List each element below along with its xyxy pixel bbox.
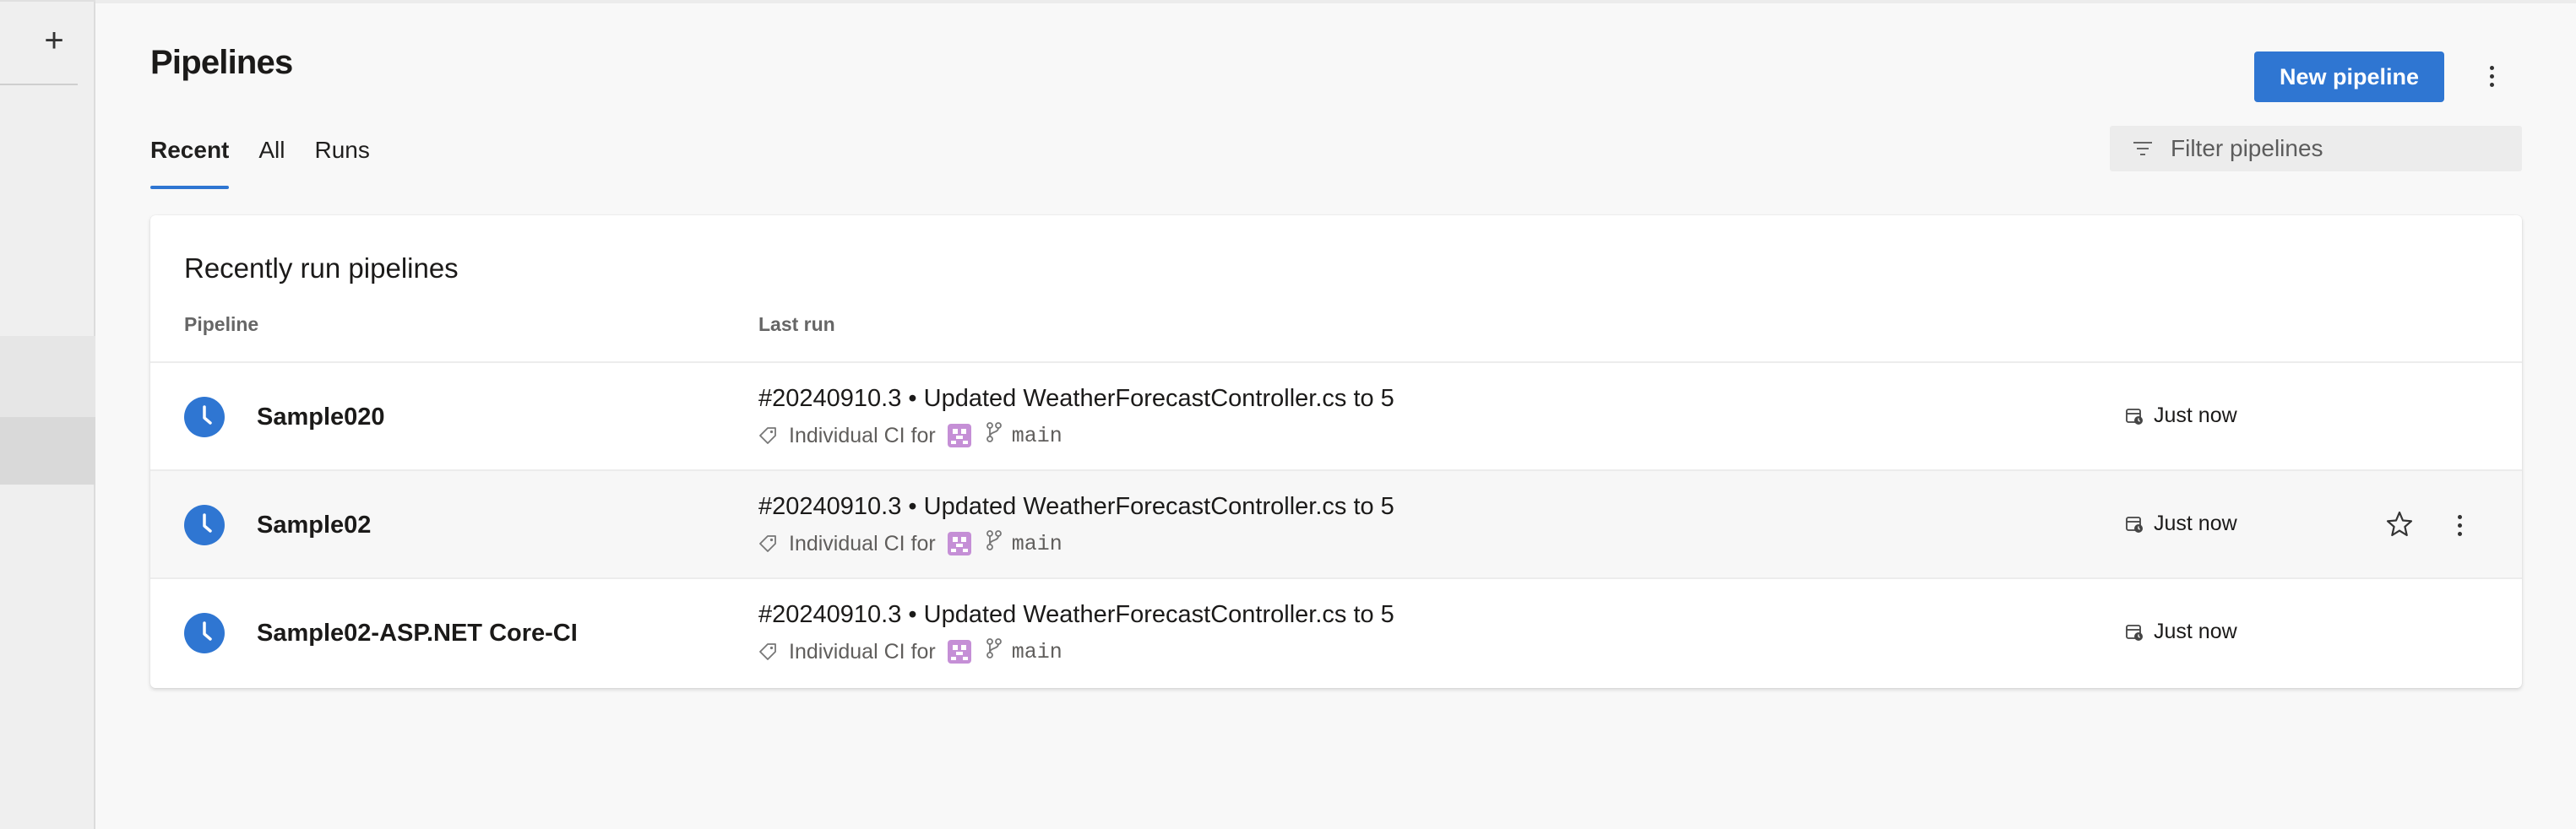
trigger-text: Individual CI for xyxy=(789,639,936,664)
run-time: Just now xyxy=(2125,404,2237,428)
run-title[interactable]: #20240910.3 • Updated WeatherForecastCon… xyxy=(758,493,1394,521)
run-details: Individual CI for main xyxy=(758,638,1062,665)
run-time: Just now xyxy=(2125,512,2237,536)
recent-pipelines-card: Recently run pipelines Pipeline Last run… xyxy=(150,215,2522,688)
trigger-text: Individual CI for xyxy=(789,423,936,447)
run-details: Individual CI for main xyxy=(758,530,1062,557)
run-title[interactable]: #20240910.3 • Updated WeatherForecastCon… xyxy=(758,385,1394,413)
branch-icon xyxy=(986,530,1002,550)
nav-item-selected[interactable] xyxy=(0,417,95,485)
branch-name: main xyxy=(1011,423,1062,448)
left-nav: + xyxy=(0,0,95,829)
filter-icon xyxy=(2133,142,2152,155)
time-text: Just now xyxy=(2154,512,2237,535)
column-header-pipeline: Pipeline xyxy=(184,313,259,335)
avatar-icon xyxy=(947,532,971,555)
nav-top-border xyxy=(0,0,95,2)
pipeline-name[interactable]: Sample02-ASP.NET Core-CI xyxy=(257,620,578,647)
commit-message: Updated WeatherForecastController.cs to … xyxy=(923,493,1394,520)
run-details: Individual CI for main xyxy=(758,422,1062,449)
run-number: #20240910.3 xyxy=(758,601,902,628)
separator: • xyxy=(908,601,917,628)
branch-name: main xyxy=(1011,531,1062,556)
avatar-icon xyxy=(947,640,971,664)
table-row[interactable]: Sample02-ASP.NET Core-CI #20240910.3 • U… xyxy=(150,577,2522,685)
branch-name: main xyxy=(1011,639,1062,664)
calendar-clock-icon xyxy=(2126,624,2143,641)
separator: • xyxy=(908,385,917,412)
calendar-clock-icon xyxy=(2126,516,2143,533)
column-header-last-run: Last run xyxy=(758,313,835,335)
more-actions-icon[interactable] xyxy=(2475,59,2508,93)
branch-icon xyxy=(986,638,1002,658)
time-text: Just now xyxy=(2154,620,2237,643)
queued-clock-icon xyxy=(184,613,225,653)
run-title[interactable]: #20240910.3 • Updated WeatherForecastCon… xyxy=(758,601,1394,629)
run-number: #20240910.3 xyxy=(758,385,902,412)
new-pipeline-button[interactable]: New pipeline xyxy=(2254,51,2444,102)
tag-icon xyxy=(759,427,776,444)
separator: • xyxy=(908,493,917,520)
pipeline-name[interactable]: Sample02 xyxy=(257,512,371,539)
favorite-star-icon[interactable] xyxy=(2384,509,2415,539)
tag-icon xyxy=(759,643,776,660)
trigger-text: Individual CI for xyxy=(789,531,936,555)
commit-message: Updated WeatherForecastController.cs to … xyxy=(923,385,1394,412)
branch-icon xyxy=(986,422,1002,442)
run-time: Just now xyxy=(2125,620,2237,644)
queued-clock-icon xyxy=(184,505,225,545)
tab-runs[interactable]: Runs xyxy=(315,133,370,189)
nav-item[interactable] xyxy=(0,336,95,417)
commit-message: Updated WeatherForecastController.cs to … xyxy=(923,601,1394,628)
add-icon[interactable]: + xyxy=(37,24,71,57)
pipeline-name[interactable]: Sample020 xyxy=(257,404,385,431)
calendar-clock-icon xyxy=(2126,408,2143,425)
tab-recent[interactable]: Recent xyxy=(150,133,230,189)
table-row[interactable]: Sample020 #20240910.3 • Updated WeatherF… xyxy=(150,361,2522,469)
nav-divider xyxy=(0,84,78,85)
avatar-icon xyxy=(947,424,971,447)
filter-input[interactable] xyxy=(2171,135,2508,162)
time-text: Just now xyxy=(2154,404,2237,427)
tab-all[interactable]: All xyxy=(258,133,285,189)
run-number: #20240910.3 xyxy=(758,493,902,520)
tab-bar: Recent All Runs xyxy=(150,133,399,189)
card-title: Recently run pipelines xyxy=(184,252,459,284)
row-more-actions-icon[interactable] xyxy=(2443,508,2476,542)
page-title: Pipelines xyxy=(150,44,293,81)
filter-box[interactable] xyxy=(2110,126,2522,171)
queued-clock-icon xyxy=(184,397,225,437)
table-row[interactable]: Sample02 #20240910.3 • Updated WeatherFo… xyxy=(150,469,2522,577)
tag-icon xyxy=(759,535,776,552)
header-border xyxy=(95,0,2576,3)
